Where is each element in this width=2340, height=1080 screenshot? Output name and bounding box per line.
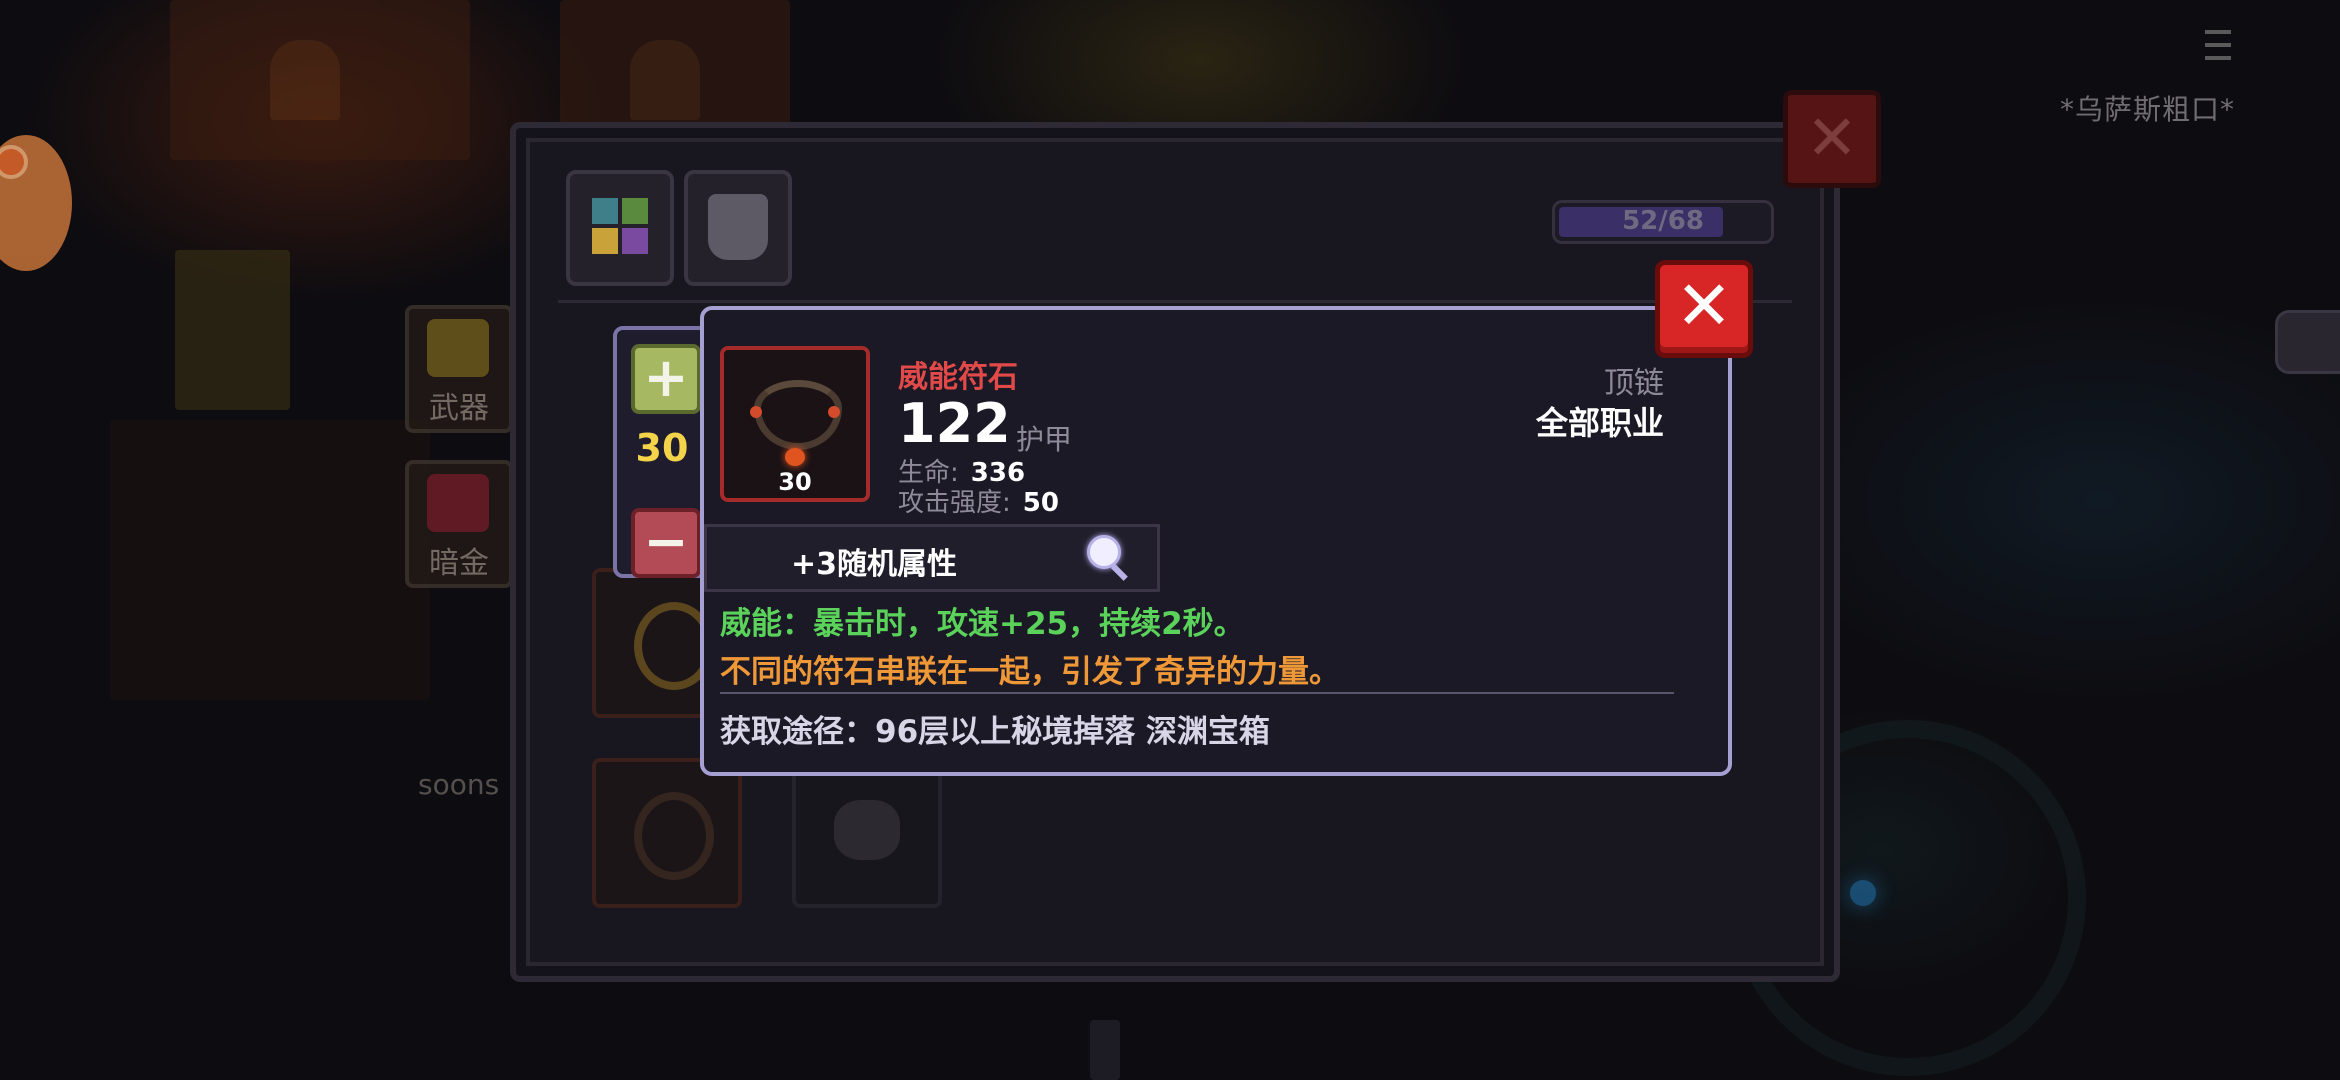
tab-weapon-label: 武器 (429, 391, 489, 426)
level-value: 30 (635, 426, 689, 470)
magnifier-icon[interactable] (1087, 535, 1131, 581)
background-carpet (110, 420, 430, 700)
minus-icon: − (643, 510, 689, 573)
inventory-slot[interactable] (592, 758, 742, 908)
bottom-handle (1090, 1020, 1120, 1080)
source-text: 获取途径：96层以上秘境掉落 深渊宝箱 (720, 714, 1270, 750)
level-adjuster: + 30 − (613, 326, 711, 578)
level-increase-button[interactable]: + (631, 344, 701, 414)
menu-icon[interactable] (2205, 30, 2231, 69)
armor-tab[interactable] (684, 170, 792, 286)
item-name: 威能符石 (898, 360, 1018, 395)
stat-label: 攻击强度: (898, 488, 1011, 518)
pendant-icon (785, 448, 805, 466)
plus-icon: + (643, 346, 689, 409)
tab-weapon[interactable]: 武器 (405, 305, 513, 433)
stat-value: 50 (1022, 488, 1059, 518)
tab-dark-gold[interactable]: 暗金 (405, 460, 513, 588)
bag-tab-icon (590, 196, 650, 258)
item-icon-frame: 30 (720, 346, 870, 502)
gem-icon (828, 406, 840, 418)
inventory-close-button[interactable]: ✕ (1783, 90, 1881, 188)
weapon-icon (427, 319, 489, 377)
notification-dot (0, 145, 28, 179)
item-level-badge: 30 (778, 468, 812, 496)
item-tooltip: 30 威能符石 122 护甲 生命: 336 攻击强度: 50 顶链 全部职业 +3… (700, 306, 1732, 776)
power-effect-text: 威能：暴击时，攻速+25，持续2秒。 (720, 606, 1245, 642)
lore-text: 不同的符石串联在一起，引发了奇异的力量。 (720, 654, 1340, 690)
player-name: *乌萨斯粗口* (2060, 93, 2236, 126)
tab-dark-gold-label: 暗金 (429, 546, 489, 581)
capacity-bar: 52/68 (1552, 200, 1774, 244)
capacity-text: 52/68 (1622, 206, 1704, 236)
armor-value: 122 (898, 392, 1011, 455)
game-scene: *乌萨斯粗口* 武器 暗金 soons 52/68 ✕ + 30 − 30 威能… (0, 0, 2340, 1080)
gem-icon (750, 406, 762, 418)
random-attributes-text: +3随机属性 (791, 547, 958, 582)
stat-row: 攻击强度: 50 (898, 482, 1059, 519)
background-building (170, 0, 470, 160)
background-building (560, 0, 790, 140)
inventory-slot[interactable] (792, 758, 942, 908)
tooltip-close-button[interactable]: ✕ (1655, 260, 1753, 358)
close-icon: ✕ (1806, 101, 1858, 174)
building-window (270, 40, 340, 120)
inventory-divider (558, 300, 1792, 303)
necklace-icon (634, 792, 714, 880)
level-decrease-button[interactable]: − (631, 508, 701, 578)
equipment-slot-type: 顶链 (1604, 366, 1664, 401)
dark-gold-icon (427, 474, 489, 532)
building-window (630, 40, 700, 120)
side-bubble-button[interactable] (2275, 310, 2340, 374)
close-icon: ✕ (1675, 267, 1733, 346)
random-attributes-bar[interactable]: +3随机属性 (704, 524, 1160, 592)
spider-item-icon (834, 800, 900, 860)
armor-tab-icon (708, 194, 768, 260)
background-banner (175, 250, 290, 410)
other-player-name: soons (418, 768, 500, 801)
class-restriction: 全部职业 (1535, 404, 1664, 442)
tooltip-divider (720, 692, 1674, 694)
background-orb (1850, 880, 1876, 906)
bag-tab[interactable] (566, 170, 674, 286)
